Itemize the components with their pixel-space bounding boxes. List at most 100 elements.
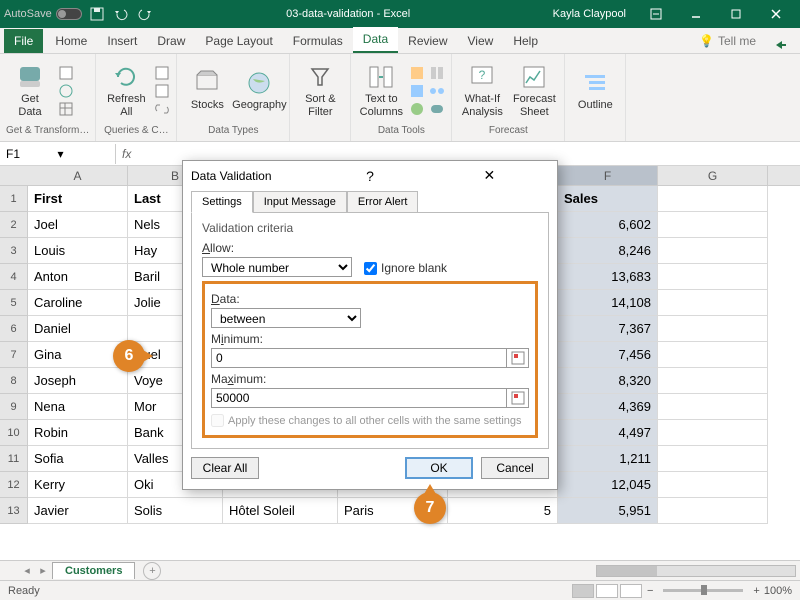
tell-me-search[interactable]: 💡 Tell me (689, 29, 766, 53)
cell[interactable]: Robin (28, 420, 128, 446)
cell[interactable]: Nena (28, 394, 128, 420)
redo-icon[interactable] (136, 5, 154, 23)
cell[interactable]: Sales (558, 186, 658, 212)
cell[interactable]: Louis (28, 238, 128, 264)
tab-draw[interactable]: Draw (147, 29, 195, 53)
cell[interactable]: 6,602 (558, 212, 658, 238)
edit-links-icon[interactable] (154, 101, 170, 117)
tab-review[interactable]: Review (398, 29, 457, 53)
cell[interactable]: 12,045 (558, 472, 658, 498)
minimize-icon[interactable] (676, 0, 716, 28)
cell[interactable] (658, 498, 768, 524)
col-head-a[interactable]: A (28, 166, 128, 185)
row-head[interactable]: 6 (0, 316, 28, 342)
cell[interactable]: 14,108 (558, 290, 658, 316)
row-head[interactable]: 10 (0, 420, 28, 446)
cell[interactable]: 13,683 (558, 264, 658, 290)
close-icon[interactable]: ✕ (430, 167, 549, 184)
outline-button[interactable]: Outline (571, 69, 619, 111)
ok-button[interactable]: OK (405, 457, 473, 479)
new-sheet-icon[interactable]: + (143, 562, 161, 580)
cell[interactable]: 4,369 (558, 394, 658, 420)
help-icon[interactable]: ? (310, 168, 429, 184)
cell[interactable]: 5 (448, 498, 558, 524)
row-head[interactable]: 5 (0, 290, 28, 316)
data-validation-icon[interactable] (409, 101, 425, 117)
row-head[interactable]: 11 (0, 446, 28, 472)
zoom-in-icon[interactable]: + (753, 585, 759, 597)
cell[interactable]: 8,246 (558, 238, 658, 264)
row-head[interactable]: 8 (0, 368, 28, 394)
sheet-nav-prev-icon[interactable]: ◂ (20, 564, 34, 577)
tab-home[interactable]: Home (45, 29, 97, 53)
queries-icon[interactable] (154, 65, 170, 81)
what-if-button[interactable]: ? What-If Analysis (458, 63, 506, 117)
tab-data[interactable]: Data (353, 27, 398, 53)
cell[interactable]: Sofia (28, 446, 128, 472)
minimum-input[interactable] (211, 348, 507, 368)
cell[interactable]: 1,211 (558, 446, 658, 472)
maximum-input[interactable] (211, 388, 507, 408)
data-select[interactable]: between (211, 308, 361, 328)
tab-view[interactable]: View (458, 29, 504, 53)
cell[interactable] (658, 342, 768, 368)
name-box[interactable]: F1▾ (0, 144, 116, 164)
undo-icon[interactable] (112, 5, 130, 23)
forecast-sheet-button[interactable]: Forecast Sheet (510, 63, 558, 117)
horizontal-scrollbar[interactable] (163, 565, 800, 577)
cell[interactable] (658, 394, 768, 420)
cell[interactable]: Caroline (28, 290, 128, 316)
flash-fill-icon[interactable] (409, 65, 425, 81)
zoom-out-icon[interactable]: − (647, 585, 653, 597)
page-break-view-icon[interactable] (620, 584, 642, 598)
cell[interactable]: 7,456 (558, 342, 658, 368)
cell[interactable]: Anton (28, 264, 128, 290)
allow-select[interactable]: Whole number (202, 257, 352, 277)
tab-formulas[interactable]: Formulas (283, 29, 353, 53)
tab-page-layout[interactable]: Page Layout (195, 29, 282, 53)
dialog-tab-settings[interactable]: Settings (191, 191, 253, 213)
sort-filter-button[interactable]: Sort & Filter (296, 63, 344, 117)
cell[interactable]: 4,497 (558, 420, 658, 446)
text-to-columns-button[interactable]: Text to Columns (357, 63, 405, 117)
cell[interactable] (658, 420, 768, 446)
properties-icon[interactable] (154, 83, 170, 99)
ribbon-options-icon[interactable] (636, 0, 676, 28)
row-head[interactable]: 3 (0, 238, 28, 264)
row-head[interactable]: 2 (0, 212, 28, 238)
row-head[interactable]: 7 (0, 342, 28, 368)
refresh-all-button[interactable]: Refresh All (102, 63, 150, 117)
tab-file[interactable]: File (4, 29, 43, 53)
cell[interactable]: 8,320 (558, 368, 658, 394)
row-head[interactable]: 9 (0, 394, 28, 420)
cell[interactable]: 7,367 (558, 316, 658, 342)
from-text-icon[interactable] (58, 65, 74, 81)
dialog-tab-error-alert[interactable]: Error Alert (347, 191, 419, 213)
save-icon[interactable] (88, 5, 106, 23)
stocks-button[interactable]: Stocks (183, 69, 231, 111)
cell[interactable] (658, 212, 768, 238)
formula-input[interactable]: fx (116, 147, 800, 161)
range-picker-icon[interactable] (507, 348, 529, 368)
from-web-icon[interactable] (58, 83, 74, 99)
autosave-toggle[interactable]: AutoSave (4, 8, 82, 20)
cell[interactable]: 5,951 (558, 498, 658, 524)
data-model-icon[interactable] (429, 101, 445, 117)
range-picker-icon[interactable] (507, 388, 529, 408)
from-table-icon[interactable] (58, 101, 74, 117)
tab-help[interactable]: Help (503, 29, 548, 53)
cell[interactable]: First (28, 186, 128, 212)
row-head[interactable]: 12 (0, 472, 28, 498)
ignore-blank-checkbox[interactable]: Ignore blank (364, 261, 447, 275)
cell[interactable]: Javier (28, 498, 128, 524)
cell[interactable]: Kerry (28, 472, 128, 498)
cell[interactable]: Hôtel Soleil (223, 498, 338, 524)
cell[interactable] (658, 238, 768, 264)
cell[interactable] (658, 368, 768, 394)
normal-view-icon[interactable] (572, 584, 594, 598)
consolidate-icon[interactable] (429, 65, 445, 81)
cell[interactable] (658, 472, 768, 498)
cell[interactable]: Joel (28, 212, 128, 238)
cell[interactable]: Solis (128, 498, 223, 524)
maximize-icon[interactable] (716, 0, 756, 28)
